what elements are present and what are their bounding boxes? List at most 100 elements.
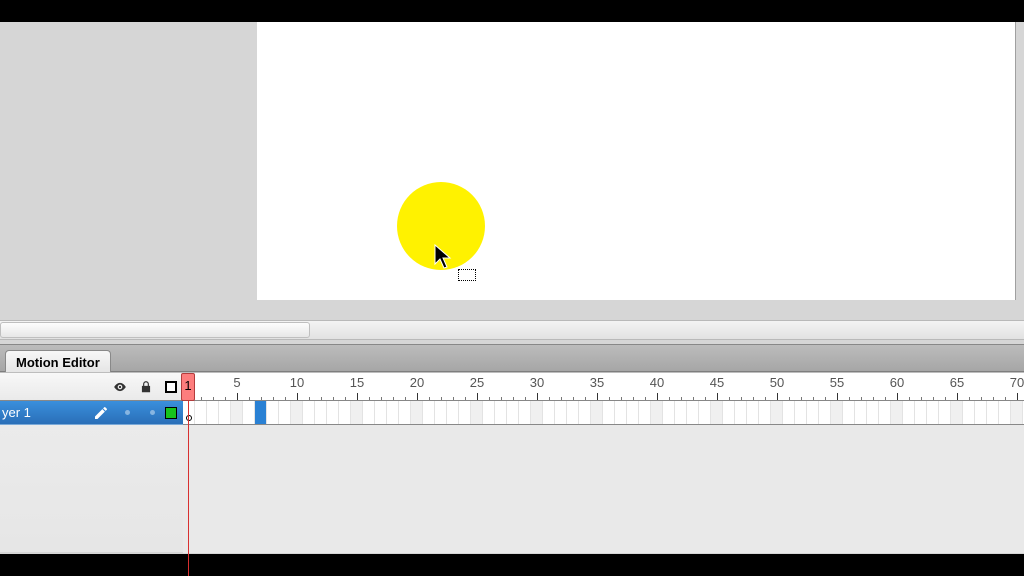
ruler-tick [537,393,538,401]
frames-row[interactable] [183,401,1024,425]
frame-cell[interactable] [327,401,339,424]
stage-canvas[interactable] [257,22,1017,300]
frame-cell[interactable] [519,401,531,424]
frame-cell[interactable] [1011,401,1023,424]
frame-cell[interactable] [291,401,303,424]
frame-cell[interactable] [999,401,1011,424]
frame-cell[interactable] [735,401,747,424]
frame-cell[interactable] [279,401,291,424]
stage-object-circle[interactable] [397,182,485,270]
frame-cell[interactable] [759,401,771,424]
frame-cell[interactable] [867,401,879,424]
frame-cell[interactable] [255,401,267,424]
frame-cell[interactable] [975,401,987,424]
stage-right-scroll-edge[interactable] [1015,22,1024,300]
frame-cell[interactable] [855,401,867,424]
frame-cell[interactable] [615,401,627,424]
lock-icon[interactable] [139,380,153,394]
frame-cell[interactable] [699,401,711,424]
frame-cell[interactable] [495,401,507,424]
ruler-tick [477,393,478,401]
frame-cell[interactable] [483,401,495,424]
frame-ruler[interactable]: 510152025303540455055606570 [183,373,1024,401]
lock-dot[interactable] [150,410,155,415]
frame-cell[interactable] [207,401,219,424]
letterbox-bottom [0,554,1024,576]
pencil-icon[interactable] [93,405,109,421]
ruler-tick [297,393,298,401]
frame-cell[interactable] [675,401,687,424]
frame-cell[interactable] [663,401,675,424]
visibility-icon[interactable] [113,380,127,394]
frame-cell[interactable] [435,401,447,424]
frame-cell[interactable] [399,401,411,424]
frame-cell[interactable] [915,401,927,424]
frame-cell[interactable] [579,401,591,424]
frame-cell[interactable] [387,401,399,424]
frame-cell[interactable] [339,401,351,424]
frame-cell[interactable] [723,401,735,424]
frame-cell[interactable] [963,401,975,424]
frame-cell[interactable] [627,401,639,424]
frame-cell[interactable] [423,401,435,424]
visibility-dot[interactable] [125,410,130,415]
layer-row[interactable]: yer 1 [0,401,183,425]
frame-cell[interactable] [819,401,831,424]
stage-horizontal-scrollbar-thumb[interactable] [0,322,310,338]
frame-cell[interactable] [603,401,615,424]
frame-cell[interactable] [351,401,363,424]
ruler-tick [1017,393,1018,401]
frame-cell[interactable] [651,401,663,424]
frame-cell[interactable] [783,401,795,424]
ruler-label: 10 [290,375,304,390]
frame-cell[interactable] [807,401,819,424]
ruler-label: 55 [830,375,844,390]
frame-cell[interactable] [315,401,327,424]
layer-column-header [0,373,183,401]
frame-cell[interactable] [879,401,891,424]
frame-cell[interactable] [831,401,843,424]
frame-cell[interactable] [795,401,807,424]
stage-area [0,22,1024,320]
frame-cell[interactable] [411,401,423,424]
frame-cell[interactable] [939,401,951,424]
frame-cell[interactable] [303,401,315,424]
frame-cell[interactable] [903,401,915,424]
frame-cell[interactable] [591,401,603,424]
frame-cell[interactable] [771,401,783,424]
frame-cell[interactable] [567,401,579,424]
frame-cell[interactable] [711,401,723,424]
frame-cell[interactable] [747,401,759,424]
frame-cell[interactable] [267,401,279,424]
frame-cell[interactable] [231,401,243,424]
frame-cell[interactable] [531,401,543,424]
outline-color-swatch[interactable] [165,407,177,419]
frame-cell[interactable] [891,401,903,424]
frame-cell[interactable] [195,401,207,424]
frame-cell[interactable] [687,401,699,424]
outline-color-icon[interactable] [165,381,177,393]
ruler-tick [597,393,598,401]
frame-cell[interactable] [459,401,471,424]
frame-cell[interactable] [183,401,195,424]
frame-cell[interactable] [987,401,999,424]
stage-horizontal-scrollbar[interactable] [0,320,1024,340]
frame-cell[interactable] [507,401,519,424]
frame-cell[interactable] [447,401,459,424]
frame-cell[interactable] [927,401,939,424]
frame-cell[interactable] [375,401,387,424]
ruler-label: 65 [950,375,964,390]
frame-cell[interactable] [555,401,567,424]
frame-cell[interactable] [219,401,231,424]
frame-cell[interactable] [243,401,255,424]
tab-motion-editor[interactable]: Motion Editor [5,350,111,374]
ruler-label: 20 [410,375,424,390]
frame-cell[interactable] [639,401,651,424]
frame-cell[interactable] [951,401,963,424]
frame-cell[interactable] [471,401,483,424]
frame-cell[interactable] [363,401,375,424]
frame-cell[interactable] [543,401,555,424]
ruler-label: 5 [233,375,240,390]
ruler-label: 40 [650,375,664,390]
frame-cell[interactable] [843,401,855,424]
